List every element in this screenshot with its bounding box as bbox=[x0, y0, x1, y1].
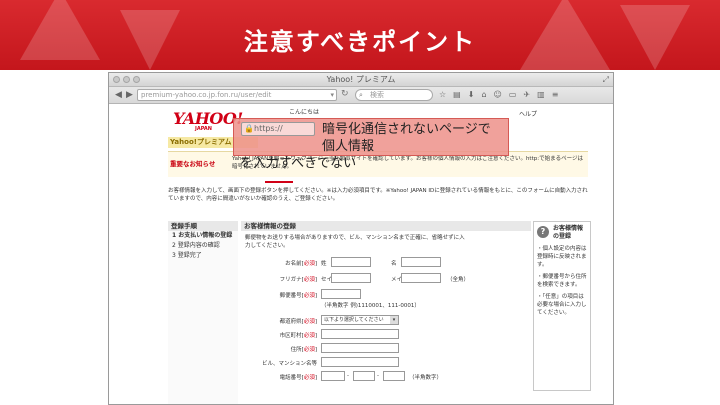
search-input[interactable]: ⌕ 検索 bbox=[355, 89, 433, 101]
hint-title: ? お客様情報の登録 bbox=[537, 225, 587, 241]
menu-icon[interactable]: ≡ bbox=[552, 90, 559, 100]
search-icon: ⌕ bbox=[359, 91, 363, 99]
building-row: ビル、マンション名等 bbox=[241, 357, 531, 369]
phone-input-2[interactable] bbox=[353, 371, 375, 381]
furigana-sei-input[interactable] bbox=[331, 273, 371, 283]
step-item: 1 お支払い情報の登録 bbox=[172, 232, 233, 239]
building-label: ビル、マンション名等 bbox=[261, 361, 317, 367]
postal-code-input[interactable] bbox=[321, 289, 361, 299]
smile-icon[interactable]: ☺ bbox=[494, 90, 502, 100]
steps-title: 登録手順 bbox=[168, 221, 238, 231]
building-input[interactable] bbox=[321, 357, 399, 367]
prefecture-select[interactable]: 以下より選択してください ▾ bbox=[321, 315, 399, 325]
url-text: premium-yahoo.co.jp.fon.ru/user/edit bbox=[141, 91, 272, 99]
step-item: 2 登録内容の確認 bbox=[172, 242, 220, 249]
warning-callout: 🔒 https:// 暗号化通信されないページで個人情報 を入力すべきでない bbox=[233, 118, 509, 171]
bookmark-icon[interactable]: ▤ bbox=[453, 90, 461, 100]
city-row: 市区町村[必須] bbox=[241, 329, 531, 341]
name-row: お名前[必須] 姓 名 bbox=[241, 257, 531, 269]
mei-label: 名 bbox=[391, 261, 397, 267]
browser-titlebar: Yahoo! プレミアム ⤢ bbox=[109, 73, 613, 87]
fullscreen-icon[interactable]: ⤢ bbox=[603, 75, 609, 85]
registration-form: お客様情報の登録 郵便物をお送りする場合がありますので、ビル、マンション名まで正… bbox=[241, 221, 531, 404]
toolbar-icons: ☆ ▤ ⬇ ⌂ ☺ ▭ ✈ ▥ ≡ bbox=[439, 90, 558, 100]
postal-note-row: （半角数字 例)1110001、111-0001） bbox=[241, 301, 531, 310]
browser-navbar: ◀ ▶ premium-yahoo.co.jp.fon.ru/user/edit… bbox=[109, 87, 613, 104]
red-underline-mark bbox=[265, 181, 293, 183]
steps-panel: 登録手順 1 お支払い情報の登録 2 登録内容の確認 3 登録完了 bbox=[168, 221, 238, 404]
phone-input-3[interactable] bbox=[383, 371, 405, 381]
search-placeholder: 検索 bbox=[370, 91, 384, 99]
help-link[interactable]: ヘルプ bbox=[519, 109, 537, 118]
slide-title: 注意すべきポイント bbox=[243, 28, 477, 56]
yahoo-logo-sub: JAPAN bbox=[195, 126, 212, 132]
share-icon[interactable]: ✈ bbox=[523, 90, 530, 100]
greeting-text: こんにちは bbox=[289, 109, 320, 116]
url-field[interactable]: premium-yahoo.co.jp.fon.ru/user/edit ▾ bbox=[137, 89, 337, 101]
question-icon: ? bbox=[537, 226, 549, 238]
url-snippet-box: 🔒 https:// bbox=[241, 122, 315, 136]
phone-note: （半角数字） bbox=[409, 375, 443, 381]
slide-header: 注意すべきポイント bbox=[0, 0, 720, 70]
hint-item: ・個人設定の内容は登録時に反映されます。 bbox=[537, 246, 587, 268]
hint-panel: ? お客様情報の登録 ・個人設定の内容は登録時に反映されます。 ・郵便番号から住… bbox=[533, 221, 591, 391]
callout-line-2: を入力すべきでない bbox=[240, 156, 357, 171]
dash: - bbox=[377, 373, 379, 379]
phone-label: 電話番号[必須] bbox=[279, 375, 317, 381]
address-row: 住所[必須] bbox=[241, 343, 531, 355]
dash: - bbox=[347, 373, 349, 379]
hint-item: ・「任意」の項目は必要な場合に入力してください。 bbox=[537, 294, 587, 316]
furigana-mei-input[interactable] bbox=[401, 273, 441, 283]
lock-icon: 🔒 bbox=[244, 124, 254, 133]
name-label: お名前[必須] bbox=[285, 261, 317, 267]
reload-icon[interactable]: ↻ bbox=[341, 89, 349, 99]
prefecture-row: 都道府県[必須] 以下より選択してください ▾ bbox=[241, 315, 531, 327]
address-label: 住所[必須] bbox=[290, 347, 317, 353]
hint-item: ・郵便番号から住所を検索できます。 bbox=[537, 274, 587, 288]
prefecture-label: 都道府県[必須] bbox=[279, 319, 317, 325]
back-icon[interactable]: ◀ bbox=[113, 90, 124, 101]
city-input[interactable] bbox=[321, 329, 399, 339]
form-title: お客様情報の登録 bbox=[241, 221, 531, 231]
last-name-input[interactable] bbox=[331, 257, 371, 267]
forward-icon[interactable]: ▶ bbox=[124, 90, 135, 101]
zenkaku-note: （全角） bbox=[447, 277, 470, 283]
address-input[interactable] bbox=[321, 343, 399, 353]
phone-row: 電話番号[必須] - - （半角数字） bbox=[241, 371, 531, 383]
postal-label: 郵便番号[必須] bbox=[279, 293, 317, 299]
city-label: 市区町村[必須] bbox=[279, 333, 317, 339]
intro-text: お客様情報を入力して、画面下の登録ボタンを押してください。※は入力必須項目です。… bbox=[168, 188, 588, 202]
postal-note: （半角数字 例)1110001、111-0001） bbox=[321, 303, 420, 309]
postal-row: 郵便番号[必須] bbox=[241, 289, 531, 301]
sei-label: 姓 bbox=[321, 261, 327, 267]
step-item: 3 登録完了 bbox=[172, 252, 202, 259]
url-snippet: https:// bbox=[254, 124, 283, 133]
notice-label: 重要なお知らせ bbox=[170, 160, 216, 168]
star-icon[interactable]: ☆ bbox=[439, 90, 446, 100]
furigana-label: フリガナ[必須] bbox=[279, 277, 317, 283]
first-name-input[interactable] bbox=[401, 257, 441, 267]
download-icon[interactable]: ⬇ bbox=[468, 90, 475, 100]
furigana-row: フリガナ[必須] セイ メイ （全角） bbox=[241, 273, 531, 285]
window-title: Yahoo! プレミアム bbox=[326, 75, 396, 84]
chat-icon[interactable]: ▭ bbox=[509, 90, 517, 100]
chevron-down-icon: ▾ bbox=[390, 316, 398, 324]
home-icon[interactable]: ⌂ bbox=[481, 90, 486, 100]
chevron-down-icon[interactable]: ▾ bbox=[330, 90, 334, 100]
extension-icon[interactable]: ▥ bbox=[537, 90, 545, 100]
form-description: 郵便物をお送りする場合がありますので、ビル、マンション名まで正確に、省略せずに入… bbox=[245, 235, 465, 249]
phone-input-1[interactable] bbox=[321, 371, 345, 381]
